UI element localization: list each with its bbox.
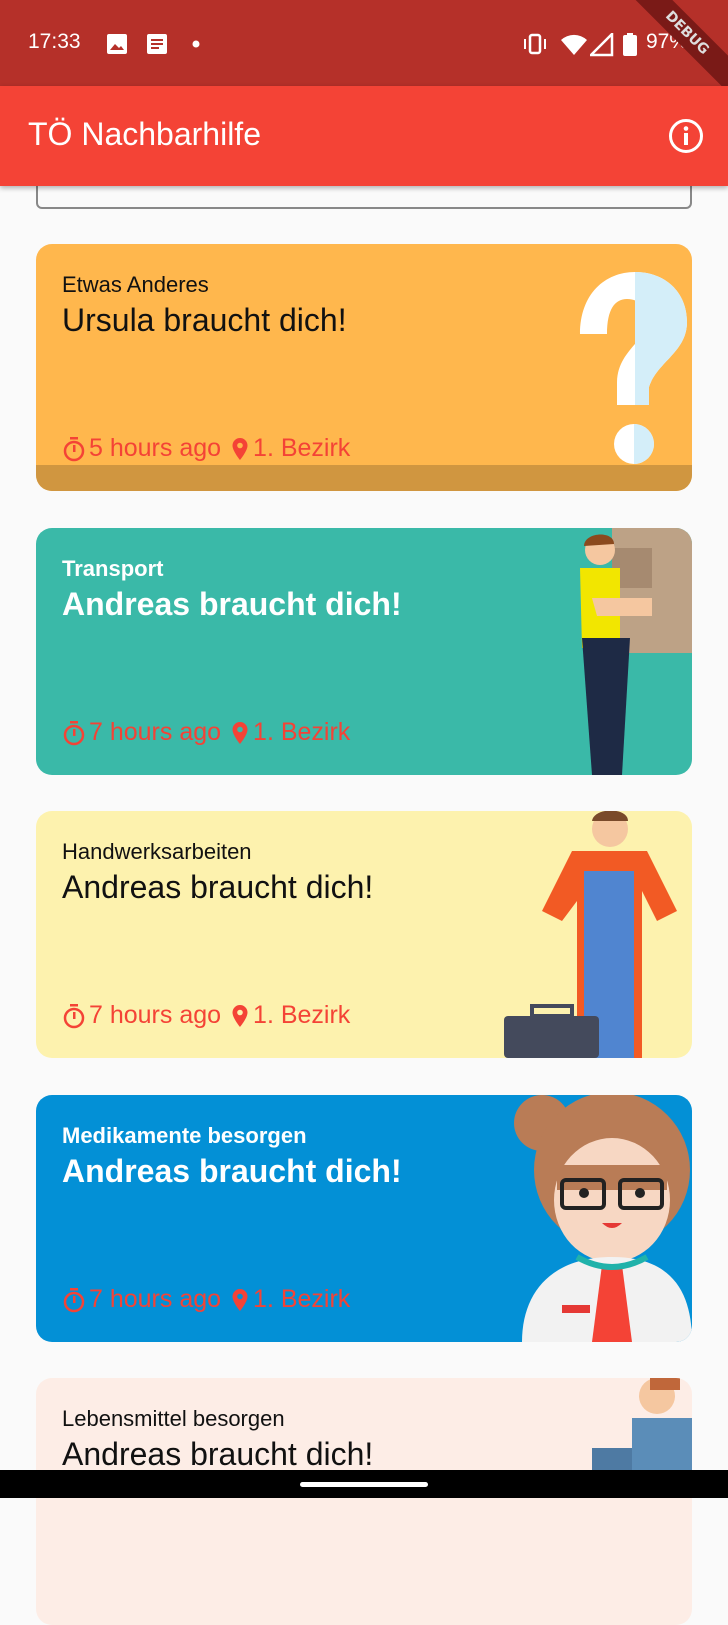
timer-icon: [63, 436, 85, 461]
delivery-person-illustration: [580, 528, 692, 775]
card-category: Medikamente besorgen: [62, 1123, 307, 1148]
card-category: Etwas Anderes: [62, 272, 209, 297]
card-meta: 5 hours ago 1. Bezirk: [62, 434, 350, 463]
card-category: Transport: [62, 556, 164, 581]
card-meta: 7 hours ago 1. Bezirk: [62, 718, 350, 747]
timer-icon: [63, 1003, 85, 1028]
pharmacist-illustration: [514, 1095, 692, 1342]
request-card[interactable]: Transport Andreas braucht dich! 7 hours …: [36, 528, 692, 775]
card-time: 7 hours ago: [89, 1001, 222, 1029]
vibrate-icon: [524, 33, 546, 55]
card-category: Handwerksarbeiten: [62, 839, 252, 864]
notes-icon: [147, 34, 167, 54]
timer-icon: [63, 720, 85, 745]
location-pin-icon: [232, 1004, 248, 1027]
app-title: TÖ Nachbarhilfe: [28, 116, 261, 152]
dot-icon: [192, 40, 200, 48]
craftsman-illustration: [504, 811, 677, 1058]
location-pin-icon: [232, 437, 248, 460]
question-mark-illustration: [580, 272, 687, 464]
app-bar: TÖ Nachbarhilfe: [0, 86, 728, 186]
card-title: Andreas braucht dich!: [62, 869, 374, 905]
status-bar: 17:33 97% DEBUG: [0, 0, 728, 86]
card-time: 7 hours ago: [89, 1285, 222, 1313]
card-location: 1. Bezirk: [253, 434, 351, 462]
home-gesture-handle[interactable]: [300, 1482, 428, 1487]
timer-icon: [63, 1287, 85, 1312]
card-time: 5 hours ago: [89, 434, 222, 462]
card-title: Andreas braucht dich!: [62, 1436, 374, 1472]
request-card[interactable]: Lebensmittel besorgen Andreas braucht di…: [36, 1378, 692, 1625]
signal-icon: [590, 33, 614, 57]
status-time: 17:33: [28, 30, 81, 53]
card-meta: 7 hours ago 1. Bezirk: [62, 1285, 350, 1314]
card-location: 1. Bezirk: [253, 718, 351, 746]
card-location: 1. Bezirk: [253, 1001, 351, 1029]
location-pin-icon: [232, 721, 248, 744]
wifi-icon: [561, 34, 587, 55]
card-category: Lebensmittel besorgen: [62, 1406, 285, 1431]
battery-icon: [623, 33, 637, 56]
request-card[interactable]: Medikamente besorgen Andreas braucht dic…: [36, 1095, 692, 1342]
grocery-person-illustration: [592, 1378, 692, 1498]
image-icon: [107, 34, 127, 54]
info-icon[interactable]: [668, 118, 704, 154]
card-location: 1. Bezirk: [253, 1285, 351, 1313]
request-card[interactable]: Handwerksarbeiten Andreas braucht dich! …: [36, 811, 692, 1058]
request-card[interactable]: Etwas Anderes Ursula braucht dich! 5 hou…: [36, 244, 692, 491]
location-pin-icon: [232, 1288, 248, 1311]
card-title: Andreas braucht dich!: [62, 1153, 402, 1189]
card-title: Ursula braucht dich!: [62, 302, 347, 338]
card-meta: 7 hours ago 1. Bezirk: [62, 1001, 350, 1030]
card-title: Andreas braucht dich!: [62, 586, 402, 622]
system-nav-bar: [0, 1470, 728, 1498]
card-time: 7 hours ago: [89, 718, 222, 746]
